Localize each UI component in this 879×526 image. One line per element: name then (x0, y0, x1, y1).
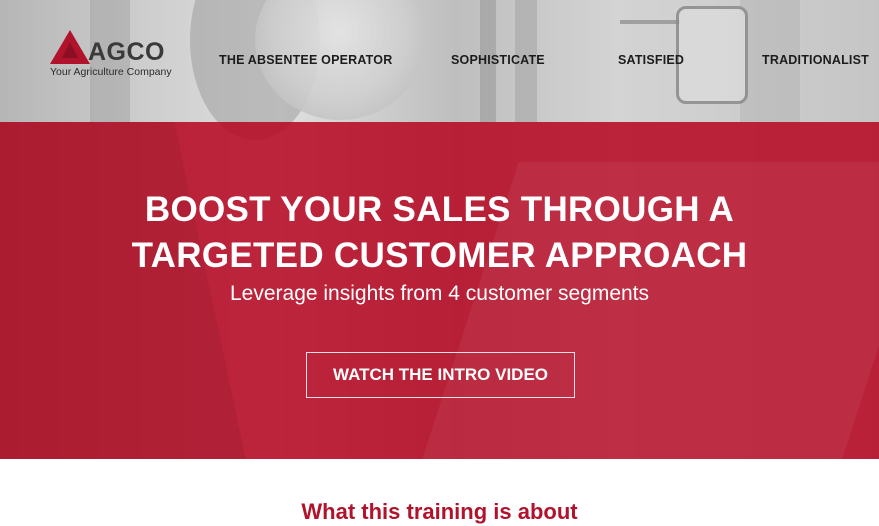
logo-triangle-icon (50, 30, 90, 64)
hero-subtitle: Leverage insights from 4 customer segmen… (229, 282, 650, 305)
hero-title-line-2: TARGETED CUSTOMER APPROACH (131, 236, 748, 275)
nav-item-absentee-operator[interactable]: THE ABSENTEE OPERATOR (219, 53, 392, 67)
agco-logo[interactable]: AGCO Your Agriculture Company (48, 28, 188, 80)
watch-intro-video-button[interactable]: WATCH THE INTRO VIDEO (306, 352, 575, 398)
nav-item-traditionalist[interactable]: TRADITIONALIST (762, 53, 869, 67)
hero-title-line-1: BOOST YOUR SALES THROUGH A (144, 190, 735, 229)
nav-item-satisfied[interactable]: SATISFIED (618, 53, 684, 67)
logo-tagline: Your Agriculture Company (50, 66, 172, 78)
logo-wordmark: AGCO (88, 38, 165, 66)
nav-item-sophisticate[interactable]: SOPHISTICATE (451, 53, 545, 67)
section-heading: What this training is about (301, 499, 578, 524)
